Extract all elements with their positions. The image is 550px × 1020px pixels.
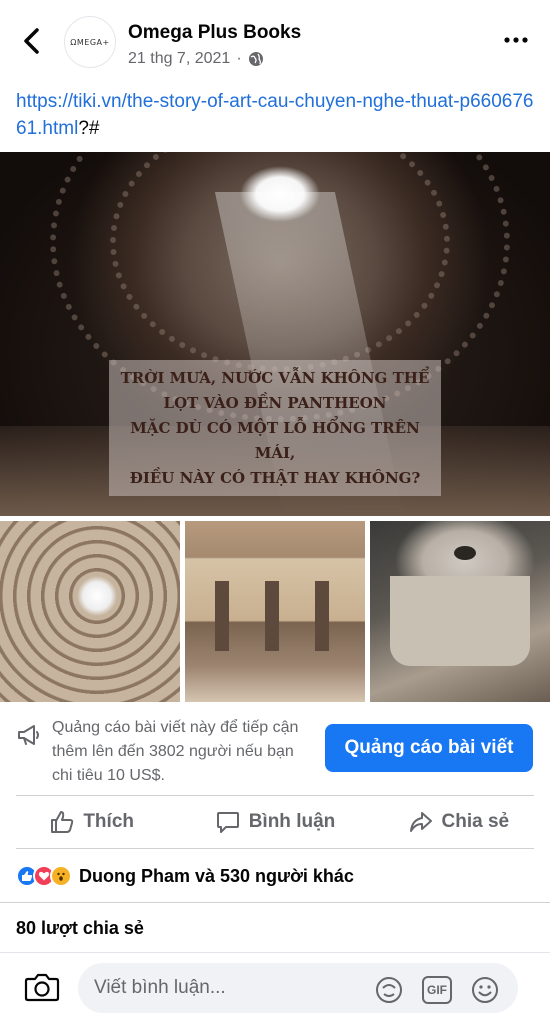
avatar-sticker-icon: [376, 977, 402, 1003]
divider: [0, 902, 550, 903]
page-avatar[interactable]: ΩMEGA+: [64, 16, 116, 68]
comment-icon: [216, 812, 239, 833]
promote-text: Quảng cáo bài viết này để tiếp cận thêm …: [52, 719, 299, 784]
page-name[interactable]: Omega Plus Books: [128, 22, 301, 44]
comment-bar: GIF: [0, 952, 550, 1020]
thumbnail-aerial-view[interactable]: [370, 521, 550, 702]
comment-label: Bình luận: [248, 811, 336, 832]
back-button[interactable]: [16, 26, 46, 56]
emoji-button[interactable]: [470, 975, 500, 1005]
pantheon-drum: [390, 576, 530, 666]
hall-column: [215, 581, 229, 651]
avatar-logo-text: ΩMEGA+: [70, 37, 110, 47]
share-label: Chia sẻ: [441, 811, 510, 832]
comment-input[interactable]: [94, 963, 364, 1013]
post-meta: 21 thg 7, 2021 ·: [128, 50, 264, 68]
wow-reaction-icon: [50, 865, 72, 887]
post-header: ΩMEGA+ Omega Plus Books 21 thg 7, 2021 ·: [0, 0, 550, 80]
gif-button[interactable]: GIF: [422, 975, 452, 1005]
hall-column: [265, 581, 279, 651]
image-grid: [0, 521, 550, 702]
like-label: Thích: [83, 811, 134, 832]
thumbs-up-icon: [51, 811, 74, 833]
thumbnail-dome-interior[interactable]: [0, 521, 180, 702]
share-icon: [409, 812, 432, 832]
reactions-summary-text: Duong Pham và 530 người khác: [79, 865, 354, 886]
post-date[interactable]: 21 thg 7, 2021: [128, 50, 230, 68]
divider: [16, 848, 534, 849]
image-caption: TRỜI MƯA, NƯỚC VẪN KHÔNG THỂ LỌT VÀO ĐỀN…: [120, 368, 430, 487]
thumbnail-pantheon-hall[interactable]: [185, 521, 365, 702]
promote-post-button[interactable]: Quảng cáo bài viết: [325, 724, 533, 772]
post-text: https://tiki.vn/the-story-of-art-cau-chu…: [16, 88, 536, 142]
hall-column: [315, 581, 329, 651]
promote-section: Quảng cáo bài viết này để tiếp cận thêm …: [0, 708, 550, 794]
gif-icon: GIF: [422, 976, 452, 1004]
reactions-summary[interactable]: Duong Pham và 530 người khác: [16, 862, 354, 890]
post-actions: Thích Bình luận Chia sẻ: [0, 796, 550, 848]
share-count[interactable]: 80 lượt chia sẻ: [16, 918, 144, 939]
globe-icon: [248, 52, 263, 66]
pantheon-oculus: [454, 546, 476, 560]
camera-icon[interactable]: [24, 971, 60, 1003]
smiley-icon: [472, 977, 498, 1003]
share-button[interactable]: Chia sẻ: [367, 796, 550, 848]
more-options-button[interactable]: [502, 30, 530, 50]
more-horizontal-icon: [504, 37, 528, 43]
comment-input-container: GIF: [78, 963, 518, 1013]
pantheon-dome-image[interactable]: TRỜI MƯA, NƯỚC VẪN KHÔNG THỂ LỌT VÀO ĐỀN…: [0, 152, 550, 516]
image-caption-box: TRỜI MƯA, NƯỚC VẪN KHÔNG THỂ LỌT VÀO ĐỀN…: [109, 360, 441, 496]
post-link-suffix: ?#: [78, 118, 100, 139]
like-button[interactable]: Thích: [0, 796, 183, 848]
comment-button[interactable]: Bình luận: [183, 796, 366, 848]
chevron-left-icon: [24, 28, 39, 54]
meta-separator: ·: [236, 50, 242, 67]
megaphone-icon: [18, 725, 39, 745]
avatar-sticker-button[interactable]: [374, 975, 404, 1005]
